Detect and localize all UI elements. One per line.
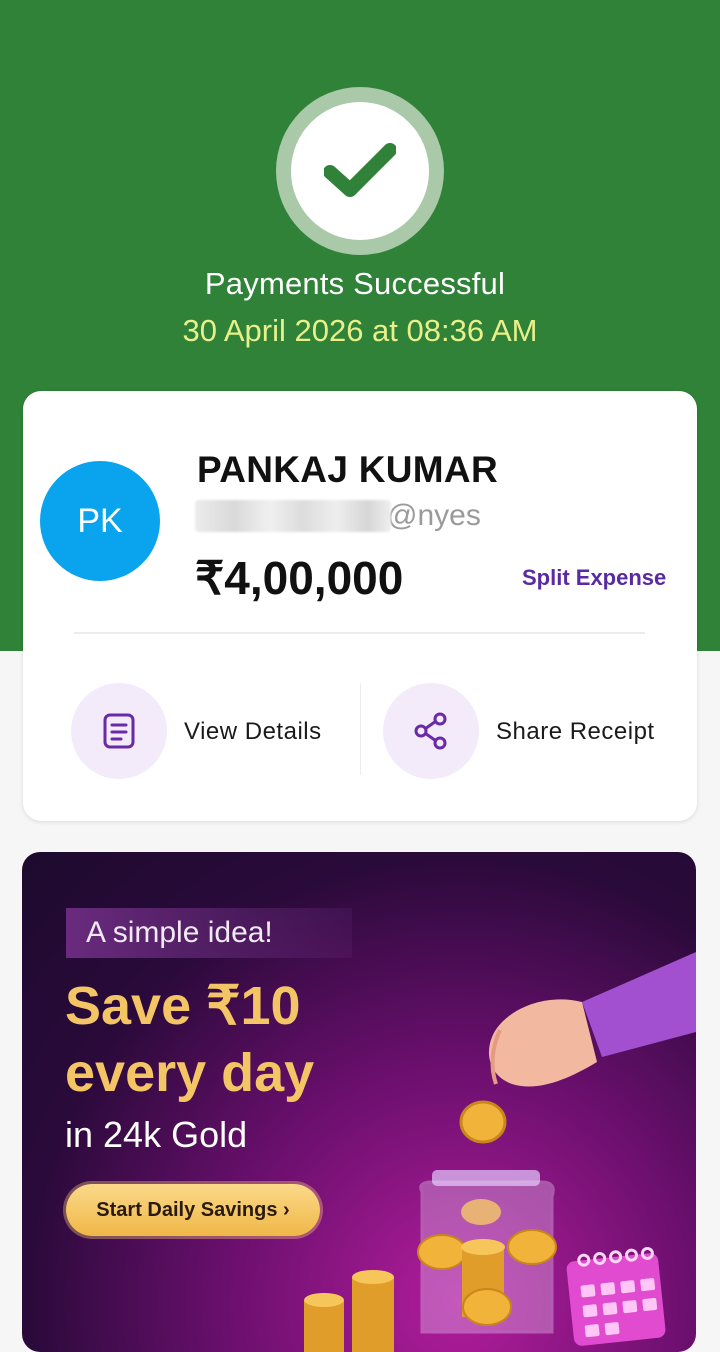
- avatar: PK: [40, 461, 160, 581]
- coin-icon: [459, 1100, 507, 1144]
- split-expense-link[interactable]: Split Expense: [522, 565, 666, 591]
- share-receipt-button[interactable]: Share Receipt: [496, 718, 655, 746]
- upi-suffix: @nyes: [387, 499, 481, 532]
- view-details-button[interactable]: View Details: [184, 718, 322, 746]
- payment-datetime: 30 April 2026 at 08:36 AM: [182, 313, 538, 348]
- payment-card: PK PANKAJ KUMAR @nyes ₹4,00,000 Split Ex…: [23, 391, 697, 821]
- gold-savings-banner[interactable]: A simple idea! Save ₹10 every day in 24k…: [22, 852, 696, 1352]
- hand-icon: [488, 999, 597, 1087]
- share-icon: [414, 712, 447, 750]
- gold-jar-illustration: [304, 952, 696, 1352]
- payment-status-title: Payments Successful: [204, 266, 506, 301]
- payee-upi-id: @nyes: [195, 499, 481, 533]
- payment-amount: ₹4,00,000: [195, 552, 404, 604]
- payee-name: PANKAJ KUMAR: [197, 449, 498, 490]
- success-badge: [276, 87, 444, 255]
- card-divider: [74, 632, 645, 634]
- document-icon: [103, 713, 135, 749]
- actions-divider: [360, 683, 361, 775]
- redacted-upi-handle: [195, 500, 391, 532]
- view-details-icon-button[interactable]: [71, 683, 167, 779]
- checkmark-icon: [324, 143, 396, 197]
- share-receipt-icon-button[interactable]: [383, 683, 479, 779]
